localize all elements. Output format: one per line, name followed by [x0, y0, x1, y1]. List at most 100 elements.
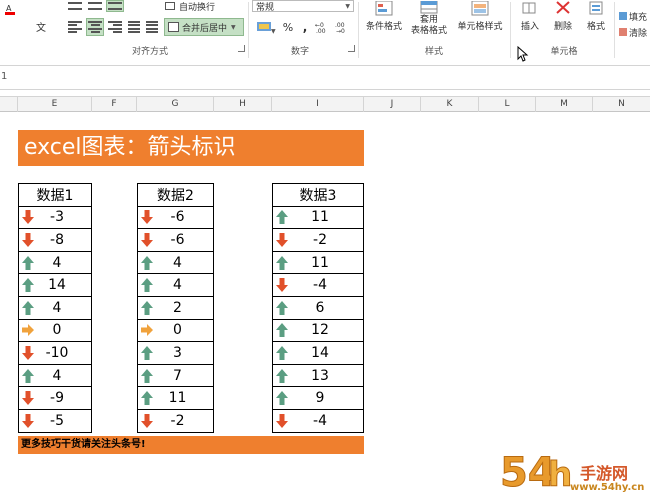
value-cell[interactable]: 4 [18, 295, 92, 320]
svg-text:h: h [548, 455, 572, 495]
percent-label: % [282, 20, 294, 34]
table-row: 7 [137, 363, 214, 388]
table-row: -10 [18, 341, 92, 365]
table-row: -3 [18, 205, 92, 230]
table-row: 11 [137, 386, 214, 410]
align-group-launcher-icon[interactable] [238, 45, 245, 52]
align-top-button[interactable] [66, 0, 84, 12]
table-row: -5 [18, 408, 92, 433]
column-header-g[interactable]: G [137, 97, 214, 112]
value-cell[interactable]: 0 [137, 318, 214, 343]
value-cell[interactable]: -4 [272, 273, 364, 297]
svg-text:A: A [6, 4, 12, 13]
number-group-launcher-icon[interactable] [348, 45, 355, 52]
table-row: -9 [18, 386, 92, 410]
data-table-2: 数据2 -6 -6 4 4 2 0 3 7 11 -2 [137, 183, 214, 433]
value-cell[interactable]: 3 [137, 341, 214, 365]
value-cell[interactable]: 2 [137, 295, 214, 320]
value-cell[interactable]: 11 [272, 250, 364, 275]
value-cell[interactable]: 4 [137, 250, 214, 275]
value-cell[interactable]: 6 [272, 295, 364, 320]
sheet-title: excel图表：箭头标识 [18, 130, 364, 166]
value-cell[interactable]: 11 [272, 205, 364, 230]
insert-cells-button[interactable]: 插入 [516, 0, 544, 40]
indent-decrease-button[interactable] [126, 18, 142, 36]
value-cell[interactable]: 7 [137, 363, 214, 388]
column-header-k[interactable]: K [421, 97, 479, 112]
value-cell[interactable]: 14 [272, 341, 364, 365]
value-cell[interactable]: 0 [18, 318, 92, 343]
value-cell[interactable]: -5 [18, 408, 92, 433]
value-cell[interactable]: -10 [18, 341, 92, 365]
conditional-format-button[interactable]: 条件格式 [362, 0, 406, 40]
value-cell[interactable]: 12 [272, 318, 364, 343]
value-cell[interactable]: 14 [18, 273, 92, 297]
column-header-h[interactable]: H [214, 97, 272, 112]
phonetic-button[interactable]: 文 [30, 18, 52, 34]
comma-button[interactable]: , [298, 18, 312, 36]
accounting-format-button[interactable]: ▼ [254, 18, 278, 36]
fill-button[interactable]: 填充 [618, 10, 650, 23]
value-cell[interactable]: 4 [137, 273, 214, 297]
align-middle-icon [88, 2, 102, 10]
value-cell[interactable]: 11 [137, 386, 214, 410]
number-format-select[interactable]: 常规 ▼ [252, 0, 354, 13]
value-cell[interactable]: -2 [137, 408, 214, 433]
indent-increase-button[interactable] [144, 18, 160, 36]
clear-button[interactable]: 清除 [618, 26, 650, 39]
value-cell[interactable]: 9 [272, 386, 364, 410]
column-header-f[interactable]: F [92, 97, 137, 112]
delete-cells-label: 删除 [553, 22, 572, 32]
table-header[interactable]: 数据2 [137, 183, 214, 207]
cell-styles-button[interactable]: 单元格样式 [452, 0, 508, 40]
align-right-button[interactable] [106, 18, 124, 36]
decrease-decimal-button[interactable]: .00 →0 [334, 18, 352, 36]
comma-label: , [302, 20, 308, 34]
table-header[interactable]: 数据1 [18, 183, 92, 207]
phonetic-icon: 文 [36, 22, 46, 34]
formula-input[interactable] [20, 68, 648, 87]
column-header-d[interactable] [0, 97, 18, 112]
cell-value: 14 [311, 344, 329, 361]
align-center-button[interactable] [86, 18, 104, 36]
clear-label: 清除 [629, 28, 648, 39]
font-color-icon: A [5, 4, 15, 15]
wrap-text-button[interactable]: 自动换行 [164, 0, 244, 13]
value-cell[interactable]: -3 [18, 205, 92, 230]
table-header[interactable]: 数据3 [272, 183, 364, 207]
arrow-down-icon [141, 232, 153, 247]
number-format-caret-icon: ▼ [345, 2, 350, 10]
percent-button[interactable]: % [280, 18, 296, 36]
column-header-m[interactable]: M [536, 97, 593, 112]
column-header-n[interactable]: N [593, 97, 650, 112]
increase-decimal-button[interactable]: ←0.00 [314, 18, 332, 36]
align-bottom-button[interactable] [106, 0, 124, 12]
format-as-table-button[interactable]: 套用 表格格式 [406, 0, 452, 42]
arrow-down-icon [276, 232, 288, 247]
format-cells-button[interactable]: 格式 [582, 0, 610, 40]
align-middle-button[interactable] [86, 0, 104, 12]
value-cell[interactable]: -4 [272, 408, 364, 433]
font-color-button[interactable]: A [2, 2, 18, 16]
value-cell[interactable]: -2 [272, 228, 364, 252]
align-left-icon [68, 21, 82, 33]
value-cell[interactable]: -8 [18, 228, 92, 252]
cell-value: 11 [311, 209, 329, 226]
value-cell[interactable]: -6 [137, 205, 214, 230]
value-cell[interactable]: 4 [18, 363, 92, 388]
value-cell[interactable]: -9 [18, 386, 92, 410]
format-cells-label: 格式 [586, 22, 605, 32]
align-left-button[interactable] [66, 18, 84, 36]
arrow-up-icon [141, 345, 153, 360]
arrow-up-icon [22, 368, 34, 383]
align-center-icon [88, 21, 102, 33]
delete-cells-button[interactable]: 删除 [548, 0, 578, 40]
column-header-e[interactable]: E [18, 97, 92, 112]
value-cell[interactable]: 13 [272, 363, 364, 388]
column-header-j[interactable]: J [364, 97, 421, 112]
merge-center-button[interactable]: 合并后居中 ▼ [164, 18, 244, 36]
value-cell[interactable]: -6 [137, 228, 214, 252]
column-header-i[interactable]: I [272, 97, 364, 112]
value-cell[interactable]: 4 [18, 250, 92, 275]
column-header-l[interactable]: L [479, 97, 536, 112]
